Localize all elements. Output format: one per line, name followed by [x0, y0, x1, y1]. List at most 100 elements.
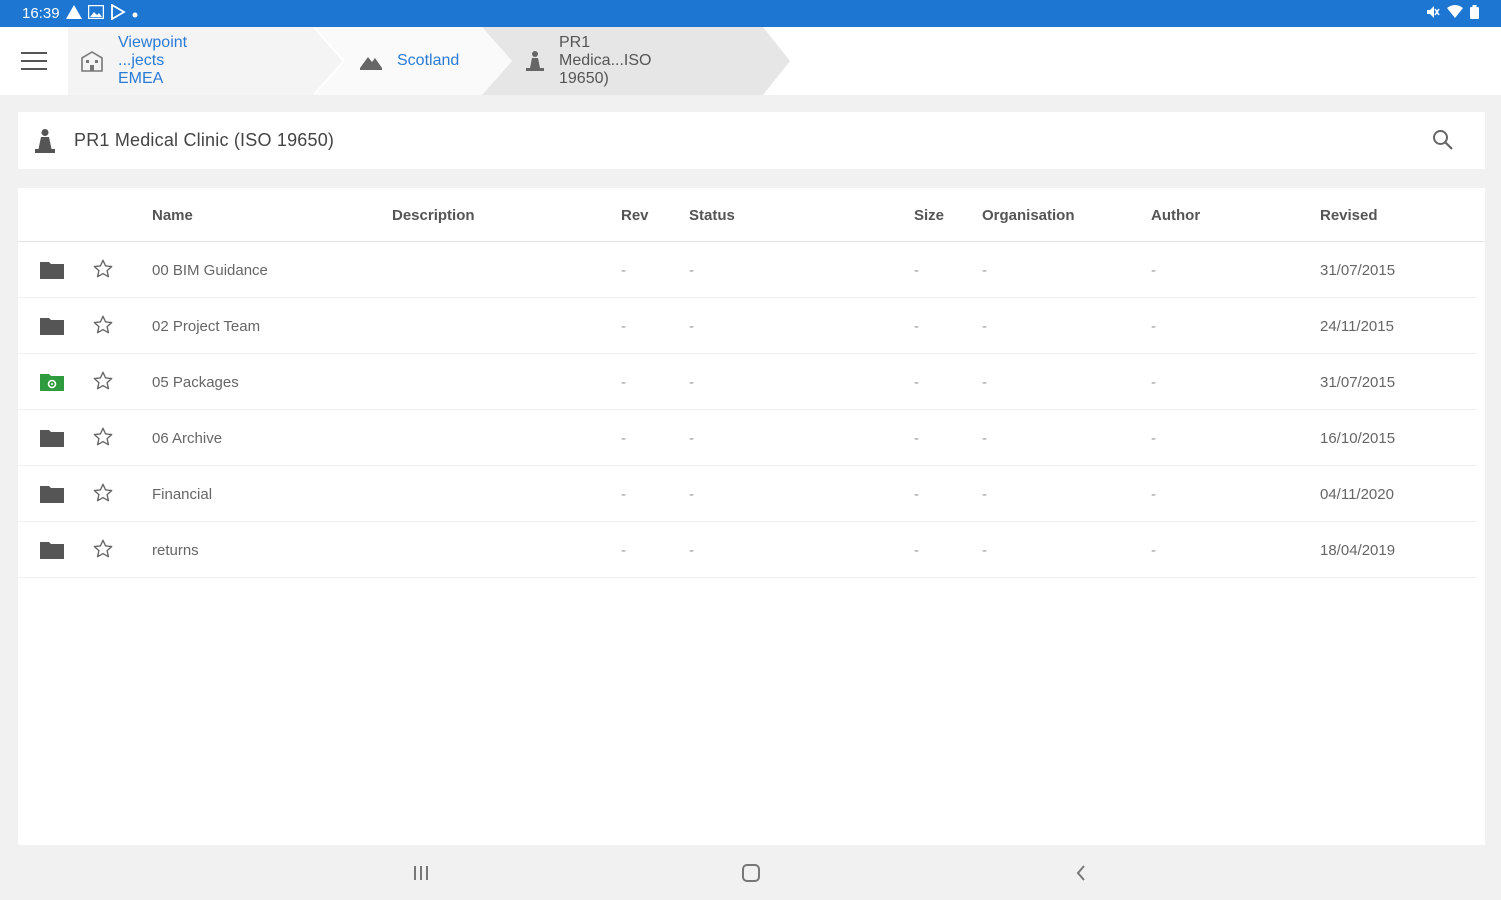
recent-apps-button[interactable]: [407, 859, 435, 887]
favorite-star-icon[interactable]: [92, 370, 114, 392]
row-organisation: -: [982, 430, 987, 447]
folder-icon: [40, 542, 64, 559]
project-icon: [34, 128, 56, 154]
table-row[interactable]: returns - - - - - 18/04/2019: [18, 522, 1476, 578]
table-row[interactable]: 02 Project Team - - - - - 24/11/2015: [18, 298, 1476, 354]
folder-icon: [40, 262, 64, 279]
breadcrumb-item-company[interactable]: Viewpoint ...jects EMEA: [80, 27, 187, 95]
row-rev: -: [621, 430, 626, 447]
row-organisation: -: [982, 542, 987, 559]
mute-icon: [1426, 5, 1440, 23]
row-size: -: [914, 318, 919, 335]
row-status: -: [689, 430, 694, 447]
row-rev: -: [621, 542, 626, 559]
search-button[interactable]: [1431, 128, 1455, 152]
wifi-icon: [1447, 5, 1463, 22]
region-icon: [359, 52, 383, 70]
building-icon: [80, 50, 104, 72]
clock: 16:39: [22, 5, 60, 22]
favorite-star-icon[interactable]: [92, 258, 114, 280]
favorite-star-icon[interactable]: [92, 538, 114, 560]
row-status: -: [689, 262, 694, 279]
table-row[interactable]: 06 Archive - - - - - 16/10/2015: [18, 410, 1476, 466]
file-table: Name Description Rev Status Size Organis…: [18, 188, 1485, 845]
notification-dot-icon: [132, 5, 138, 22]
hamburger-icon: [21, 52, 47, 70]
column-header-status[interactable]: Status: [689, 207, 735, 224]
column-header-description[interactable]: Description: [392, 207, 475, 224]
battery-icon: [1470, 4, 1479, 23]
row-size: -: [914, 430, 919, 447]
column-header-organisation[interactable]: Organisation: [982, 207, 1075, 224]
favorite-star-icon[interactable]: [92, 482, 114, 504]
recent-apps-icon: [414, 866, 428, 880]
row-name: 05 Packages: [152, 374, 239, 391]
breadcrumb-label: Viewpoint ...jects EMEA: [118, 34, 188, 87]
favorite-star-icon[interactable]: [92, 426, 114, 448]
row-status: -: [689, 486, 694, 503]
folder-icon: [40, 430, 64, 447]
row-revised: 31/07/2015: [1320, 374, 1396, 391]
column-header-rev[interactable]: Rev: [621, 207, 649, 224]
row-size: -: [914, 486, 919, 503]
row-rev: -: [621, 262, 626, 279]
back-button[interactable]: [1067, 859, 1095, 887]
play-store-icon: [110, 2, 126, 24]
image-icon: [87, 4, 104, 23]
column-header-size[interactable]: Size: [914, 207, 944, 224]
row-status: -: [689, 374, 694, 391]
row-organisation: -: [982, 374, 987, 391]
row-status: -: [689, 542, 694, 559]
home-button[interactable]: [737, 859, 765, 887]
row-revised: 18/04/2019: [1320, 542, 1396, 559]
row-organisation: -: [982, 486, 987, 503]
table-header: Name Description Rev Status Size Organis…: [18, 188, 1485, 242]
table-row[interactable]: Financial - - - - - 04/11/2020: [18, 466, 1476, 522]
column-header-name[interactable]: Name: [152, 207, 193, 224]
shared-folder-icon: [40, 374, 64, 391]
favorite-star-icon[interactable]: [92, 314, 114, 336]
page-title: PR1 Medical Clinic (ISO 19650): [74, 130, 335, 150]
table-row[interactable]: 05 Packages - - - - - 31/07/2015: [18, 354, 1476, 410]
column-header-revised[interactable]: Revised: [1320, 207, 1378, 224]
row-size: -: [914, 374, 919, 391]
breadcrumb-label: PR1 Medica...ISO 19650): [559, 34, 652, 87]
row-name: 06 Archive: [152, 430, 223, 447]
row-author: -: [1151, 318, 1156, 335]
row-status: -: [689, 318, 694, 335]
folder-icon: [40, 486, 64, 503]
column-header-author[interactable]: Author: [1151, 207, 1200, 224]
table-row[interactable]: 00 BIM Guidance - - - - - 31/07/2015: [18, 242, 1476, 298]
row-author: -: [1151, 262, 1156, 279]
row-rev: -: [621, 374, 626, 391]
row-organisation: -: [982, 262, 987, 279]
row-revised: 16/10/2015: [1320, 430, 1396, 447]
row-name: 00 BIM Guidance: [152, 262, 268, 279]
breadcrumb-label: Scotland: [397, 52, 460, 69]
row-author: -: [1151, 374, 1156, 391]
warning-icon: [65, 4, 82, 23]
row-rev: -: [621, 318, 626, 335]
folder-icon: [40, 318, 64, 335]
row-name: Financial: [152, 486, 213, 503]
project-header: PR1 Medical Clinic (ISO 19650): [18, 112, 1485, 169]
breadcrumb-item-region[interactable]: Scotland: [359, 27, 459, 95]
row-size: -: [914, 262, 919, 279]
search-icon: [1433, 130, 1453, 150]
row-author: -: [1151, 430, 1156, 447]
system-nav-bar: [0, 845, 1501, 900]
row-revised: 04/11/2020: [1320, 486, 1394, 503]
row-name: 02 Project Team: [152, 318, 261, 335]
project-icon: [525, 50, 545, 72]
home-icon: [742, 864, 760, 882]
back-icon: [1076, 865, 1085, 881]
row-name: returns: [152, 542, 199, 559]
menu-button[interactable]: [0, 27, 68, 95]
breadcrumb-item-project[interactable]: PR1 Medica...ISO 19650): [525, 27, 651, 95]
row-size: -: [914, 542, 919, 559]
row-rev: -: [621, 486, 626, 503]
row-author: -: [1151, 542, 1156, 559]
row-revised: 31/07/2015: [1320, 262, 1396, 279]
row-author: -: [1151, 486, 1156, 503]
row-revised: 24/11/2015: [1320, 318, 1394, 335]
